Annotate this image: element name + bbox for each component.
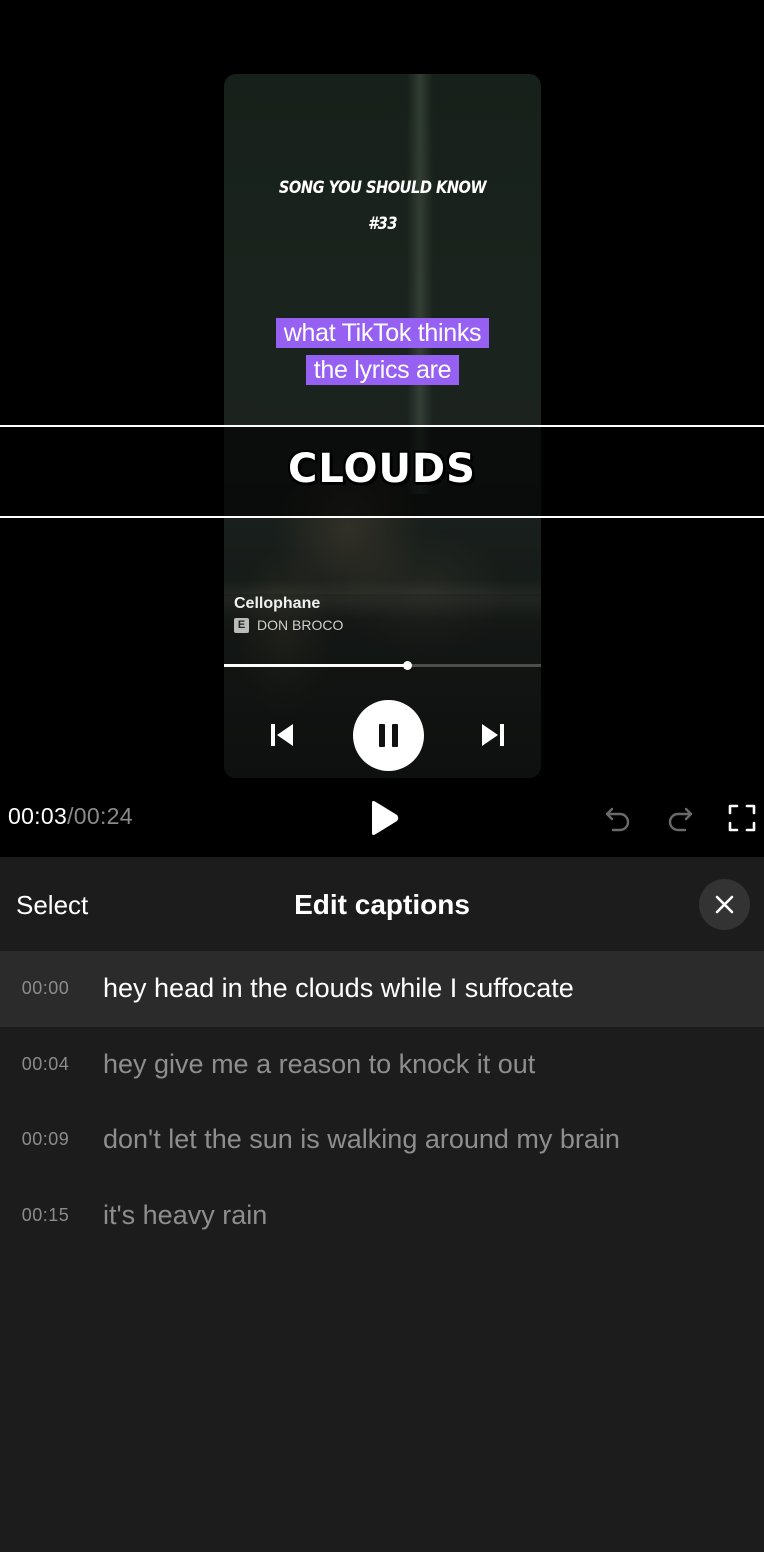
caption-row[interactable]: 00:15 it's heavy rain xyxy=(0,1178,764,1254)
caption-timestamp: 00:09 xyxy=(21,1129,70,1150)
sticker-line-1: what TikTok thinks xyxy=(275,318,490,348)
current-time: 00:03 xyxy=(8,803,68,829)
video-preview: SONG YOU SHOULD KNOW #33 what TikTok thi… xyxy=(0,0,764,857)
caption-timestamp: 00:00 xyxy=(21,978,70,999)
pause-icon xyxy=(353,700,424,771)
close-button[interactable] xyxy=(699,879,750,930)
caption-list: 00:00 hey head in the clouds while I suf… xyxy=(0,951,764,1253)
previous-track-icon xyxy=(268,721,296,749)
caption-row[interactable]: 00:00 hey head in the clouds while I suf… xyxy=(0,951,764,1027)
caption-text[interactable]: hey head in the clouds while I suffocate xyxy=(103,973,574,1004)
edit-captions-panel: Select Edit captions 00:00 hey head in t… xyxy=(0,857,764,1552)
caption-box-top-line xyxy=(0,425,764,427)
series-label-title: SONG YOU SHOULD KNOW xyxy=(278,178,487,198)
play-icon xyxy=(372,801,399,835)
caption-row[interactable]: 00:04 hey give me a reason to knock it o… xyxy=(0,1027,764,1103)
total-time: 00:24 xyxy=(73,803,133,829)
redo-button[interactable] xyxy=(665,803,695,833)
play-button[interactable] xyxy=(366,798,402,838)
track-progress-fill xyxy=(224,664,407,667)
track-info: Cellophane E DON BROCO xyxy=(234,595,343,633)
series-label-number: #33 xyxy=(368,214,397,234)
series-label: SONG YOU SHOULD KNOW #33 xyxy=(246,170,519,242)
caption-text[interactable]: hey give me a reason to knock it out xyxy=(103,1049,535,1080)
caption-text[interactable]: it's heavy rain xyxy=(103,1200,267,1231)
track-artist: DON BROCO xyxy=(257,617,344,633)
track-progress-bar xyxy=(224,661,541,670)
caption-row[interactable]: 00:09 don't let the sun is walking aroun… xyxy=(0,1102,764,1178)
undo-icon xyxy=(605,807,630,832)
time-separator: / xyxy=(67,803,74,829)
redo-icon xyxy=(668,807,693,832)
track-title: Cellophane xyxy=(234,595,321,612)
fullscreen-button[interactable] xyxy=(727,803,757,833)
track-progress-knob xyxy=(402,661,412,670)
sticker-line-2: the lyrics are xyxy=(305,355,460,385)
undo-button[interactable] xyxy=(603,803,633,833)
caption-timestamp: 00:04 xyxy=(21,1053,70,1074)
panel-header: Select Edit captions xyxy=(0,857,764,950)
caption-box-bottom-line xyxy=(0,516,764,518)
next-track-icon xyxy=(479,721,507,749)
time-readout: 00:03/00:24 xyxy=(8,803,133,830)
close-icon xyxy=(715,895,734,914)
explicit-icon: E xyxy=(234,617,249,633)
panel-title: Edit captions xyxy=(294,889,470,920)
text-sticker[interactable]: what TikTok thinks the lyrics are xyxy=(224,315,541,389)
caption-timestamp: 00:15 xyxy=(21,1204,70,1225)
caption-overlay-text: CLOUDS xyxy=(288,446,476,492)
caption-text[interactable]: don't let the sun is walking around my b… xyxy=(103,1124,620,1155)
fullscreen-icon xyxy=(728,804,756,832)
